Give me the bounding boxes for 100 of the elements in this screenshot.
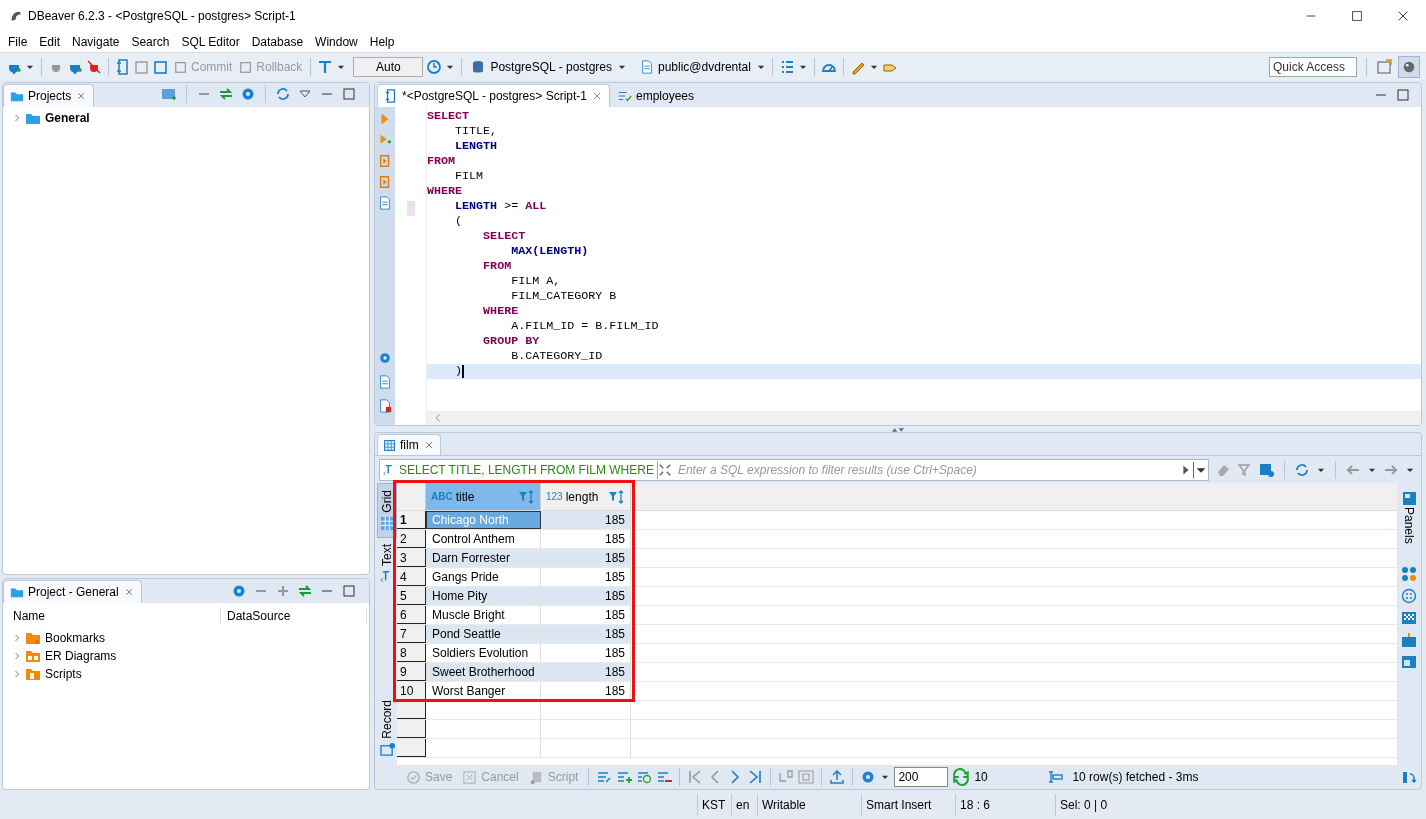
- menu-item[interactable]: Window: [309, 33, 364, 51]
- type-label: ABC: [431, 490, 453, 504]
- problems-icon[interactable]: [378, 399, 392, 413]
- execute-script-icon[interactable]: [378, 154, 392, 168]
- menu-item[interactable]: Edit: [33, 33, 67, 51]
- projects-tab[interactable]: Projects: [3, 84, 95, 107]
- sync-icon[interactable]: [275, 86, 291, 102]
- editor-tab[interactable]: employees: [612, 84, 700, 107]
- connection-selector[interactable]: PostgreSQL - postgres: [468, 57, 614, 76]
- tree-item[interactable]: General: [25, 109, 90, 127]
- column-header[interactable]: DataSource: [221, 607, 367, 625]
- expand-icon[interactable]: [657, 462, 672, 477]
- tree-item[interactable]: Bookmarks: [25, 629, 106, 647]
- fetch-size-field[interactable]: 200: [894, 767, 949, 787]
- dbeaver-perspective-button[interactable]: [1398, 55, 1420, 78]
- layout-icon[interactable]: [1401, 653, 1417, 670]
- menu-item[interactable]: Help: [363, 33, 401, 51]
- settings-icon[interactable]: [231, 583, 247, 599]
- row-number[interactable]: 10: [397, 682, 426, 700]
- column-header[interactable]: ABC title: [426, 483, 541, 510]
- link-icon[interactable]: [297, 583, 313, 599]
- grouping-icon[interactable]: [1401, 565, 1417, 582]
- maximize-icon[interactable]: [341, 583, 357, 599]
- settings-icon[interactable]: [378, 351, 392, 365]
- schema-selector[interactable]: public@dvdrental: [638, 57, 753, 76]
- row-number[interactable]: 9: [397, 663, 426, 681]
- refresh-icon[interactable]: [952, 768, 971, 786]
- sql-text: A.FILM_ID = B.FILM_ID: [510, 317, 659, 335]
- quick-access-field[interactable]: Quick Access: [1269, 56, 1357, 77]
- view-tab[interactable]: Record: [377, 694, 397, 763]
- view-tab[interactable]: Text: [377, 537, 397, 590]
- sql-keyword: FROM: [427, 152, 456, 170]
- maximize-icon[interactable]: [1395, 87, 1411, 103]
- tree-item[interactable]: ER Diagrams: [25, 647, 117, 665]
- row-number[interactable]: 8: [397, 644, 426, 662]
- new-transaction-icon[interactable]: [153, 58, 169, 75]
- query-label[interactable]: SELECT TITLE, LENGTH FROM FILM WHERE: [380, 460, 658, 479]
- restore-icon[interactable]: [1401, 769, 1417, 785]
- sql-keyword: FROM: [482, 257, 512, 275]
- dots-icon[interactable]: [1401, 587, 1417, 604]
- status-field: en: [731, 793, 757, 816]
- row-number[interactable]: 2: [397, 530, 426, 548]
- add-row-icon[interactable]: [616, 769, 633, 785]
- export-icon[interactable]: [378, 375, 392, 389]
- scroll-left-icon[interactable]: [433, 413, 443, 423]
- code-editor[interactable]: SELECT TITLE, LENGTH FROM FILM WHERE LENGTH >= ALL ( SELECT MAX(LENGTH) FROM FILM A, FILM_CATEGORY B WHERE A.FILM_ID = B.FILM_ID GROUP BY B.CATEGORY_ID ): [427, 107, 1421, 425]
- table-cell[interactable]: Pond Seattle: [426, 625, 541, 643]
- copy-value-icon[interactable]: [778, 769, 795, 785]
- row-number[interactable]: 1: [397, 511, 426, 529]
- menu-item[interactable]: Search: [125, 33, 176, 51]
- results-tab[interactable]: film: [377, 434, 441, 455]
- explain-icon[interactable]: [378, 196, 392, 210]
- table-cell[interactable]: Sweet Brotherhood: [426, 663, 541, 681]
- link-icon[interactable]: [218, 86, 234, 102]
- row-count-icon[interactable]: [1048, 769, 1065, 785]
- settings-icon[interactable]: [240, 86, 256, 102]
- format-icon[interactable]: [317, 58, 334, 75]
- row-number[interactable]: 7: [397, 625, 426, 643]
- maximize-icon[interactable]: [341, 86, 357, 102]
- last-icon[interactable]: [747, 769, 764, 785]
- row-number[interactable]: 3: [397, 549, 426, 567]
- transaction-icon[interactable]: [115, 58, 131, 75]
- checker-icon[interactable]: [1401, 609, 1417, 626]
- row-number[interactable]: 6: [397, 606, 426, 624]
- tree-item[interactable]: Scripts: [25, 665, 82, 683]
- edit-row-icon[interactable]: [596, 769, 613, 785]
- row-number[interactable]: 5: [397, 587, 426, 605]
- project-general-tab[interactable]: Project - General: [3, 580, 142, 603]
- filter-sort-icon[interactable]: [517, 488, 535, 505]
- history-icon[interactable]: [426, 58, 443, 75]
- export-icon[interactable]: [829, 769, 846, 785]
- calendar-icon[interactable]: [1401, 631, 1417, 648]
- empty-row-header[interactable]: [397, 739, 426, 757]
- panels-tab[interactable]: Panels: [1400, 491, 1418, 544]
- add-icon[interactable]: [275, 583, 291, 599]
- filter-icon[interactable]: [1237, 461, 1253, 478]
- sql-text: TITLE,: [454, 122, 498, 140]
- empty-row-header[interactable]: [397, 720, 426, 738]
- refresh-icon[interactable]: [1294, 461, 1310, 478]
- menu-item[interactable]: Navigate: [66, 33, 126, 51]
- row-number[interactable]: 4: [397, 568, 426, 586]
- execute-new-tab-icon[interactable]: [378, 133, 392, 147]
- menu-item[interactable]: Database: [245, 33, 310, 51]
- grid-view-icon: [379, 515, 395, 531]
- copy-row-icon[interactable]: [636, 769, 653, 785]
- filter-sort-icon[interactable]: [607, 488, 625, 505]
- close-tab-icon[interactable]: [591, 90, 603, 102]
- column-header[interactable]: Name: [3, 607, 221, 625]
- menu-item[interactable]: File: [2, 33, 34, 51]
- menu-item[interactable]: SQL Editor: [175, 33, 246, 51]
- table-cell[interactable]: Home Pity: [426, 587, 541, 605]
- table-cell[interactable]: Darn Forrester: [426, 549, 541, 567]
- editor-tab[interactable]: *<PostgreSQL - postgres> Script-1: [377, 84, 610, 107]
- execute-script-new-icon[interactable]: [378, 175, 392, 189]
- perspective-icon[interactable]: [1376, 58, 1392, 75]
- new-folder-icon[interactable]: [161, 86, 177, 102]
- commit-mode-button[interactable]: Auto: [353, 56, 424, 77]
- columns-icon[interactable]: [798, 769, 815, 785]
- delete-row-icon[interactable]: [656, 769, 673, 785]
- disconnect-all-icon[interactable]: [86, 58, 102, 75]
